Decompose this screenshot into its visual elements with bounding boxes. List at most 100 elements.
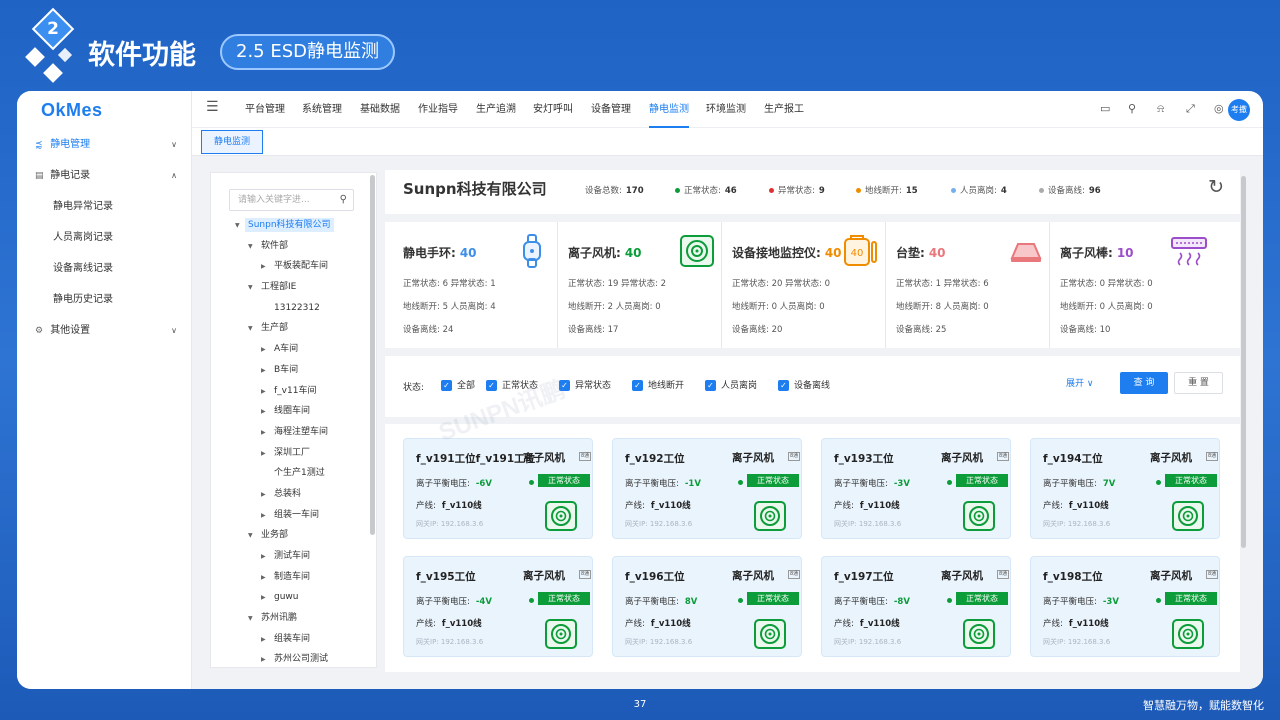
nav-equipment-management[interactable]: 设备管理	[591, 91, 631, 128]
tree-node[interactable]: ▶ 组装车间	[211, 629, 371, 650]
caret-right-icon[interactable]: ▶	[261, 402, 271, 423]
tree-node[interactable]: 个生产1测过	[211, 463, 371, 484]
tree-node[interactable]: ▶ 深圳工厂	[211, 443, 371, 464]
tree-scrollbar[interactable]	[370, 175, 375, 535]
avatar[interactable]: 考撒	[1228, 99, 1250, 121]
device-type-card[interactable]: 静电手环: 40 正常状态: 6 异常状态: 1 地线断开: 5 人员离岗: 4 设备离…	[393, 222, 557, 348]
sidebar-subitem-device-offline[interactable]: 设备离线记录	[17, 253, 191, 284]
caret-right-icon[interactable]: ▶	[261, 650, 271, 667]
globe-icon[interactable]: ◎	[1214, 102, 1224, 115]
refresh-icon[interactable]: ↻	[1208, 176, 1224, 198]
caret-right-icon[interactable]: ▶	[261, 361, 271, 382]
device-card[interactable]: f_v192工位 离子风机 8通 离子平衡电压: -1V 正常状态 产线: f_v110线 网关…	[612, 438, 802, 539]
tree-node-label: Sunpn科技有限公司	[245, 218, 334, 232]
tree-node[interactable]: ▶ 苏州公司测试	[211, 649, 371, 667]
device-card[interactable]: f_v195工位 离子风机 8通 离子平衡电压: -4V 正常状态 产线: f_v110线 网关…	[403, 556, 593, 657]
nav-production-report[interactable]: 生产报工	[764, 91, 804, 128]
caret-right-icon[interactable]: ▶	[261, 257, 271, 278]
checkbox-offline[interactable]: ✓ 设备离线	[778, 378, 830, 391]
device-type-card[interactable]: 离子风机: 40 正常状态: 19 异常状态: 2 地线断开: 2 人员离岗: 0 设备…	[557, 222, 721, 348]
tree-node[interactable]: ▶ 总装科	[211, 484, 371, 505]
search-icon[interactable]: ⚲	[1128, 102, 1136, 115]
tree-node-label: 工程部IE	[261, 282, 297, 293]
tree-node[interactable]: ▶ 海程注塑车间	[211, 422, 371, 443]
tree-node[interactable]: ▶ 制造车间	[211, 567, 371, 588]
checkbox-normal[interactable]: ✓ 正常状态	[486, 378, 538, 391]
sidebar-subitem-esd-history[interactable]: 静电历史记录	[17, 284, 191, 315]
sidebar-subitem-esd-anomaly[interactable]: 静电异常记录	[17, 191, 191, 222]
tree-node[interactable]: ▼ 工程部IE	[211, 277, 371, 298]
nav-andon-call[interactable]: 安灯呼叫	[533, 91, 573, 128]
tree-node[interactable]: ▼ 业务部	[211, 525, 371, 546]
checkbox-staff-absent[interactable]: ✓ 人员离岗	[705, 378, 757, 391]
search-icon[interactable]: ⚲	[340, 190, 347, 210]
tree-node[interactable]: ▶ 线圈车间	[211, 401, 371, 422]
tree-node[interactable]: ▼ 苏州讯鹏	[211, 608, 371, 629]
tree-node[interactable]: ▶ B车间	[211, 360, 371, 381]
caret-right-icon[interactable]: ▶	[261, 340, 271, 361]
nav-platform-management[interactable]: 平台管理	[245, 91, 285, 128]
station-name: f_v194工位	[1043, 453, 1103, 465]
expand-toggle[interactable]: 展开 ∨	[1066, 376, 1093, 389]
tree-node[interactable]: ▶ 测试车间	[211, 546, 371, 567]
device-type-card[interactable]: 台垫: 40 正常状态: 1 异常状态: 6 地线断开: 8 人员离岗: 0 设备离线:…	[885, 222, 1049, 348]
tree-node[interactable]: ▶ 平板装配车间	[211, 256, 371, 277]
query-button[interactable]: 查 询	[1120, 372, 1168, 394]
caret-right-icon[interactable]: ▶	[261, 444, 271, 465]
caret-right-icon[interactable]: ▶	[261, 485, 271, 506]
caret-down-icon[interactable]: ▼	[248, 609, 258, 630]
caret-right-icon[interactable]: ▶	[261, 568, 271, 589]
tree-node[interactable]: 13122312	[211, 298, 371, 319]
tree-search-input[interactable]: 请输入关键字进... ⚲	[229, 189, 354, 211]
monitor-icon[interactable]: ▭	[1100, 102, 1110, 115]
checkbox-ground-disconnected[interactable]: ✓ 地线断开	[632, 378, 684, 391]
main-scrollbar[interactable]	[1241, 176, 1246, 548]
tree-node[interactable]: ▼ 软件部	[211, 236, 371, 257]
device-card[interactable]: f_v194工位 离子风机 8通 离子平衡电压: 7V 正常状态 产线: f_v110线 网关I…	[1030, 438, 1220, 539]
device-type-card[interactable]: 设备接地监控仪: 40 40 正常状态: 20 异常状态: 0 地线断开: 0 人员离岗…	[721, 222, 885, 348]
ion-fan-icon	[1171, 619, 1205, 649]
nav-system-management[interactable]: 系统管理	[302, 91, 342, 128]
caret-right-icon[interactable]: ▶	[261, 506, 271, 527]
caret-down-icon[interactable]: ▼	[248, 278, 258, 299]
reset-button[interactable]: 重 置	[1174, 372, 1223, 394]
device-card[interactable]: f_v196工位 离子风机 8通 离子平衡电压: 8V 正常状态 产线: f_v110线 网关I…	[612, 556, 802, 657]
device-card[interactable]: f_v197工位 离子风机 8通 离子平衡电压: -8V 正常状态 产线: f_v110线 网关…	[821, 556, 1011, 657]
device-card[interactable]: f_v193工位 离子风机 8通 离子平衡电压: -3V 正常状态 产线: f_v110线 网关…	[821, 438, 1011, 539]
caret-right-icon[interactable]: ▶	[261, 630, 271, 651]
tree-node[interactable]: ▶ f_v11车间	[211, 381, 371, 402]
menu-toggle-icon[interactable]: ☰	[206, 99, 219, 115]
bell-icon[interactable]: ⍾	[1157, 102, 1164, 116]
caret-down-icon[interactable]: ▼	[248, 526, 258, 547]
tree-node[interactable]: ▶ 组装一车间	[211, 505, 371, 526]
caret-down-icon[interactable]: ▼	[235, 216, 245, 237]
nav-work-guide[interactable]: 作业指导	[418, 91, 458, 128]
sidebar-subitem-staff-absence[interactable]: 人员离岗记录	[17, 222, 191, 253]
caret-right-icon[interactable]: ▶	[261, 382, 271, 403]
checkbox-all[interactable]: ✓ 全部	[441, 378, 475, 391]
tab-esd-monitoring[interactable]: 静电监测	[201, 130, 264, 154]
checkbox-abnormal[interactable]: ✓ 异常状态	[559, 378, 611, 391]
nav-production-trace[interactable]: 生产追溯	[476, 91, 516, 128]
caret-right-icon[interactable]: ▶	[261, 423, 271, 444]
caret-down-icon[interactable]: ▼	[248, 237, 258, 258]
voltage-value: 8V	[684, 597, 698, 607]
tree-node[interactable]: ▶ A车间	[211, 339, 371, 360]
tree-node[interactable]: ▼ 生产部	[211, 318, 371, 339]
nav-basic-data[interactable]: 基础数据	[360, 91, 400, 128]
device-type-card[interactable]: 离子风棒: 10 正常状态: 0 异常状态: 0 地线断开: 0 人员离岗: 0 设备离…	[1049, 222, 1213, 348]
sidebar-item-esd-management[interactable]: ⪷ 静电管理 ∨	[17, 129, 191, 160]
nav-esd-monitoring[interactable]: 静电监测	[649, 91, 689, 128]
device-card[interactable]: f_v198工位 离子风机 8通 离子平衡电压: -3V 正常状态 产线: f_v110线 网关…	[1030, 556, 1220, 657]
tree-node[interactable]: ▶ guwu	[211, 587, 371, 608]
caret-right-icon[interactable]: ▶	[261, 588, 271, 609]
caret-down-icon[interactable]: ▼	[248, 319, 258, 340]
status-dot-staff	[951, 188, 956, 193]
sidebar-item-esd-records[interactable]: ▤ 静电记录 ∧	[17, 160, 191, 191]
fullscreen-icon[interactable]: ⤢	[1186, 102, 1195, 116]
device-card[interactable]: f_v191工位f_v191工位 离子风机 8通 离子平衡电压: -6V 正常状态 产线: f…	[403, 438, 593, 539]
tree-node[interactable]: ▼ Sunpn科技有限公司	[211, 215, 371, 236]
caret-right-icon[interactable]: ▶	[261, 547, 271, 568]
nav-environment-monitoring[interactable]: 环境监测	[706, 91, 746, 128]
sidebar-item-other-settings[interactable]: ⚙ 其他设置 ∨	[17, 315, 191, 346]
